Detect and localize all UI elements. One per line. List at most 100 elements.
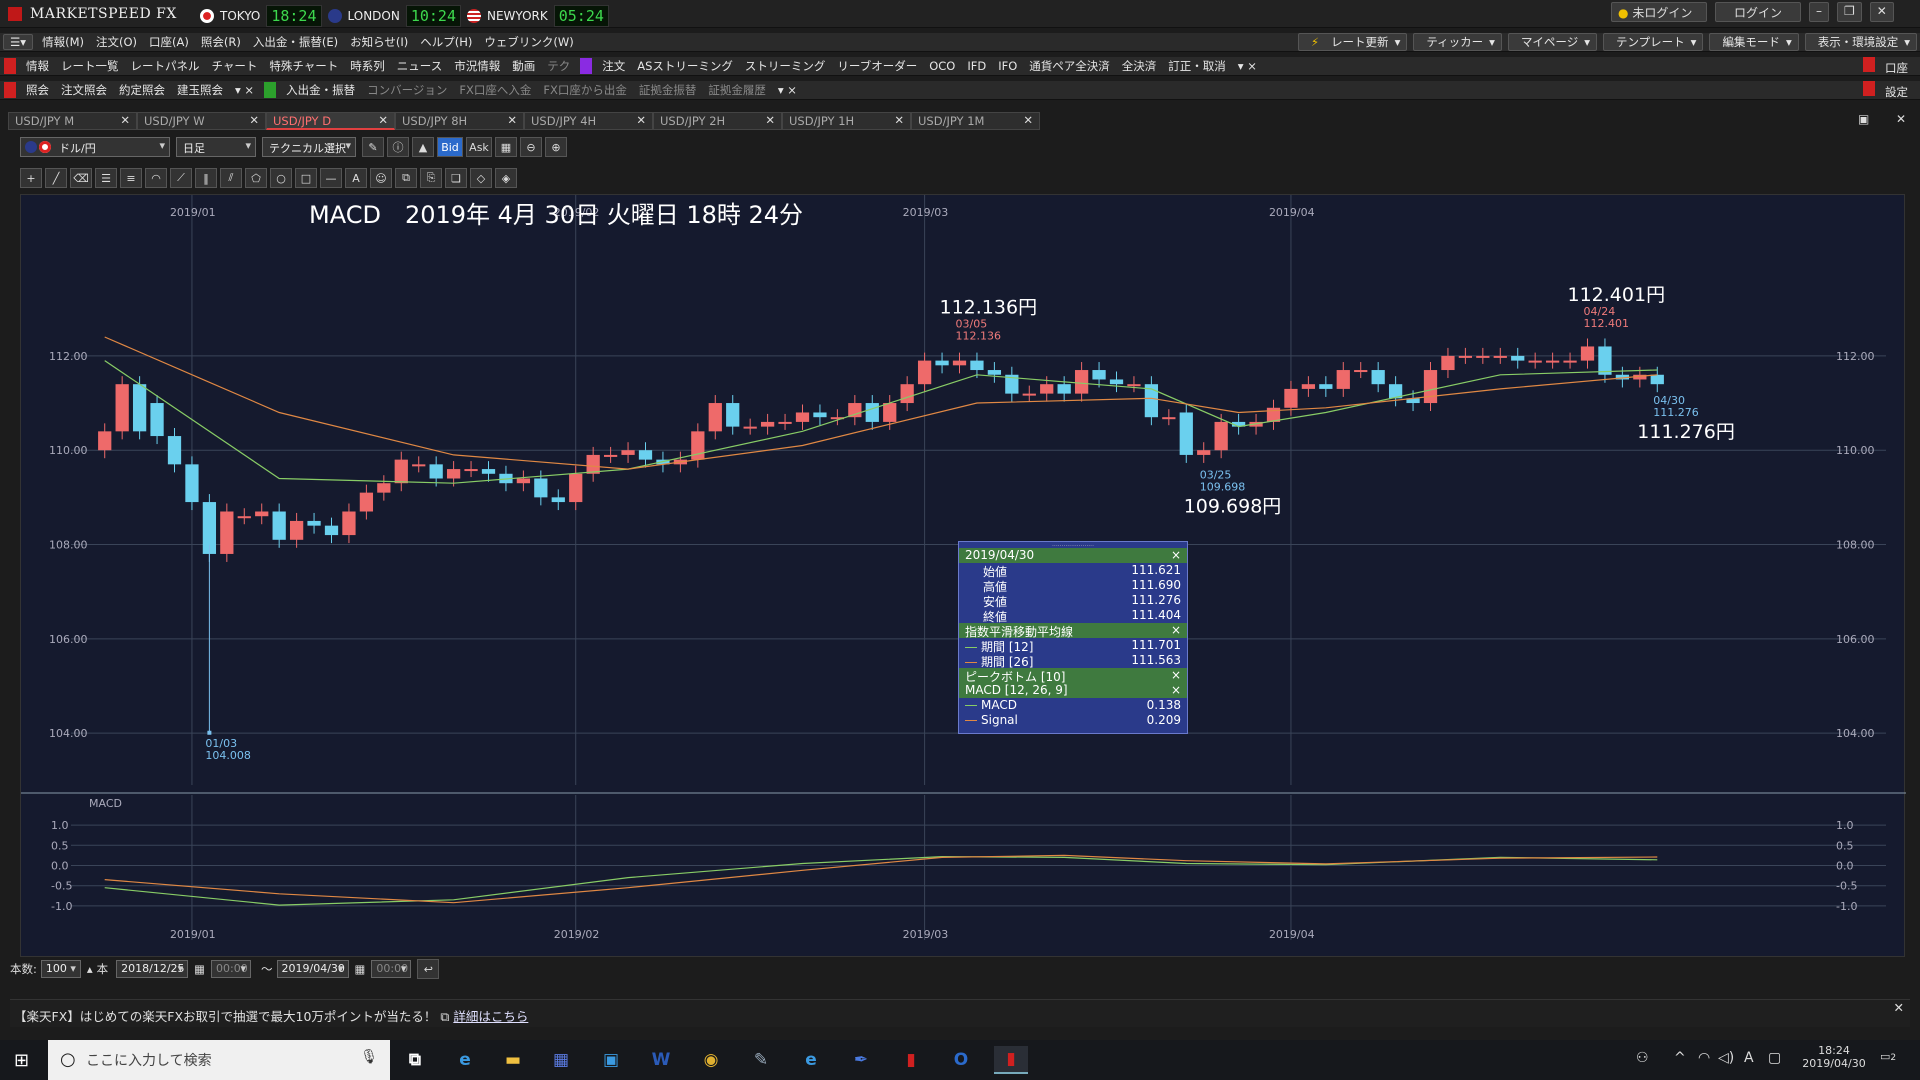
tb-as-streaming[interactable]: ASストリーミング	[631, 58, 739, 74]
maximize-chart-icon[interactable]: ▣	[1858, 112, 1869, 126]
ticker-button[interactable]: ティッカー ▾	[1413, 33, 1502, 51]
delete-drawing-icon[interactable]: ◇	[470, 168, 492, 188]
edit-mode-button[interactable]: 編集モード ▾	[1709, 33, 1799, 51]
circle-icon[interactable]: ○	[270, 168, 292, 188]
close-window-button[interactable]: ✕	[1869, 2, 1894, 22]
tab-usdjpy-2h[interactable]: USD/JPY 2H ✕	[653, 112, 782, 130]
from-date-input[interactable]: 2018/12/25	[116, 960, 189, 978]
close-icon[interactable]: ✕	[120, 113, 130, 127]
line-icon[interactable]: —	[320, 168, 342, 188]
tb-ifo[interactable]: IFO	[992, 59, 1023, 73]
network-icon[interactable]: ◠	[1698, 1050, 1710, 1066]
close-icon[interactable]: ✕	[507, 113, 517, 127]
tb-correct-cancel[interactable]: 訂正・取消	[1162, 58, 1232, 74]
tb-conversion[interactable]: コンバージョン	[361, 82, 453, 98]
tb-ifd[interactable]: IFD	[961, 59, 992, 73]
toolbar-dropdown-icon[interactable]: ▾ ×	[772, 83, 803, 97]
taskbar-clock[interactable]: 18:24 2019/04/30	[1796, 1044, 1872, 1070]
tb-chart[interactable]: チャート	[206, 58, 264, 74]
tb-order-inquiry[interactable]: 注文照会	[55, 82, 113, 98]
ohlc-popup[interactable]: ...................... 2019/04/30 × 始値 111…	[958, 541, 1188, 734]
display-settings-button[interactable]: 表示・環境設定 ▾	[1804, 33, 1917, 51]
outlook-icon[interactable]: O	[944, 1046, 978, 1074]
hline-icon[interactable]: ☰	[95, 168, 117, 188]
calendar-icon[interactable]: ▦	[355, 962, 366, 976]
chevron-up-icon[interactable]: ^	[1674, 1050, 1686, 1066]
login-status[interactable]: ● 未ログイン	[1611, 2, 1707, 22]
return-icon[interactable]: ↩	[417, 959, 440, 979]
ie-icon[interactable]: e	[448, 1046, 482, 1074]
chrome-icon[interactable]: ◉	[694, 1046, 728, 1074]
info-icon[interactable]: ⓘ	[387, 137, 409, 157]
zoom-in-icon[interactable]: ⊕	[545, 137, 567, 157]
menu-order[interactable]: 注文(O)	[90, 34, 143, 50]
tb-timeseries[interactable]: 時系列	[344, 58, 391, 74]
tab-usdjpy-w[interactable]: USD/JPY W ✕	[137, 112, 266, 130]
eraser-icon[interactable]: ⌫	[70, 168, 92, 188]
tb-deposit-fx[interactable]: FX口座へ入金	[453, 82, 537, 98]
close-icon[interactable]: ×	[1171, 548, 1181, 562]
tb-account[interactable]: 口座	[1853, 57, 1920, 75]
pen-icon[interactable]: ✎	[362, 137, 384, 157]
fan-icon[interactable]: ⟋	[170, 168, 192, 188]
rectangle-icon[interactable]: □	[295, 168, 317, 188]
close-icon[interactable]: ✕	[249, 113, 259, 127]
close-icon[interactable]: ×	[1171, 668, 1181, 682]
close-icon[interactable]: ✕	[1023, 113, 1033, 127]
tb-margin-transfer[interactable]: 証拠金振替	[633, 82, 703, 98]
edge-icon[interactable]: e	[794, 1046, 828, 1074]
volume-icon[interactable]: ◁)	[1718, 1050, 1734, 1066]
pen-app-icon[interactable]: ✒	[844, 1046, 878, 1074]
word-icon[interactable]: W	[644, 1046, 678, 1074]
mypage-button[interactable]: マイページ ▾	[1507, 33, 1597, 51]
tab-usdjpy-d[interactable]: USD/JPY D ✕	[266, 112, 395, 130]
tb-market-info[interactable]: 市況情報	[448, 58, 506, 74]
close-icon[interactable]: ✕	[894, 113, 904, 127]
close-icon[interactable]: ×	[1171, 683, 1181, 697]
close-chart-icon[interactable]: ✕	[1896, 112, 1906, 126]
menu-account[interactable]: 口座(A)	[143, 34, 195, 50]
taskbar-search[interactable]: ○ ここに入力して検索 🎙	[48, 1040, 390, 1080]
tb-streaming[interactable]: ストリーミング	[739, 58, 832, 74]
tb-margin-history[interactable]: 証拠金履歴	[702, 82, 772, 98]
tb-settings[interactable]: 設定	[1853, 81, 1920, 99]
login-button[interactable]: ログイン	[1715, 2, 1801, 22]
tab-usdjpy-m[interactable]: USD/JPY M ✕	[8, 112, 137, 130]
crosshair-icon[interactable]: +	[20, 168, 42, 188]
toolbar-dropdown-icon[interactable]: ▾ ×	[1232, 59, 1263, 73]
calendar-icon[interactable]: ▦	[194, 962, 205, 976]
notification-center-icon[interactable]: ▭2	[1880, 1050, 1908, 1072]
tb-withdraw-fx[interactable]: FX口座から出金	[537, 82, 633, 98]
minimize-button[interactable]: –	[1809, 2, 1829, 22]
marketspeedfx-active-icon[interactable]: ▮	[994, 1046, 1028, 1074]
template-button[interactable]: テンプレート ▾	[1603, 33, 1704, 51]
tb-technical[interactable]: テク	[541, 58, 576, 74]
ime-icon[interactable]: A	[1744, 1050, 1754, 1066]
chart-type-icon[interactable]: ▦	[495, 137, 517, 157]
menu-weblink[interactable]: ウェブリンク(W)	[478, 34, 579, 50]
ask-toggle[interactable]: Ask	[466, 137, 492, 157]
icon-stamp-icon[interactable]: ☺	[370, 168, 392, 188]
text-icon[interactable]: A	[345, 168, 367, 188]
menu-inquiry[interactable]: 照会(R)	[195, 34, 247, 50]
details-link[interactable]: 詳細はこちら	[453, 1009, 528, 1024]
marketspeed-icon[interactable]: ▮	[894, 1046, 928, 1074]
currency-pair-select[interactable]: ドル/円	[20, 137, 170, 157]
tb-rate-panel[interactable]: レートパネル	[125, 58, 206, 74]
mountain-icon[interactable]: ▲	[412, 137, 434, 157]
copy-icon[interactable]: ⧉	[395, 168, 417, 188]
calculator-app-icon[interactable]: ▦	[544, 1046, 578, 1074]
pentagon-icon[interactable]: ⬠	[245, 168, 267, 188]
channel-icon[interactable]: ⫽	[220, 168, 242, 188]
tb-special-chart[interactable]: 特殊チャート	[263, 58, 344, 74]
tb-execution-inquiry[interactable]: 約定照会	[113, 82, 171, 98]
tb-oco[interactable]: OCO	[923, 59, 961, 73]
close-icon[interactable]: ✕	[378, 113, 388, 127]
menu-deposit[interactable]: 入出金・振替(E)	[247, 34, 344, 50]
period-select[interactable]: 日足	[176, 137, 256, 157]
microphone-icon[interactable]: 🎙	[360, 1049, 378, 1065]
tab-usdjpy-1h[interactable]: USD/JPY 1H ✕	[782, 112, 911, 130]
tab-usdjpy-1m[interactable]: USD/JPY 1M ✕	[911, 112, 1040, 130]
count-select[interactable]: 100	[40, 960, 81, 978]
menu-help[interactable]: ヘルプ(H)	[414, 34, 478, 50]
